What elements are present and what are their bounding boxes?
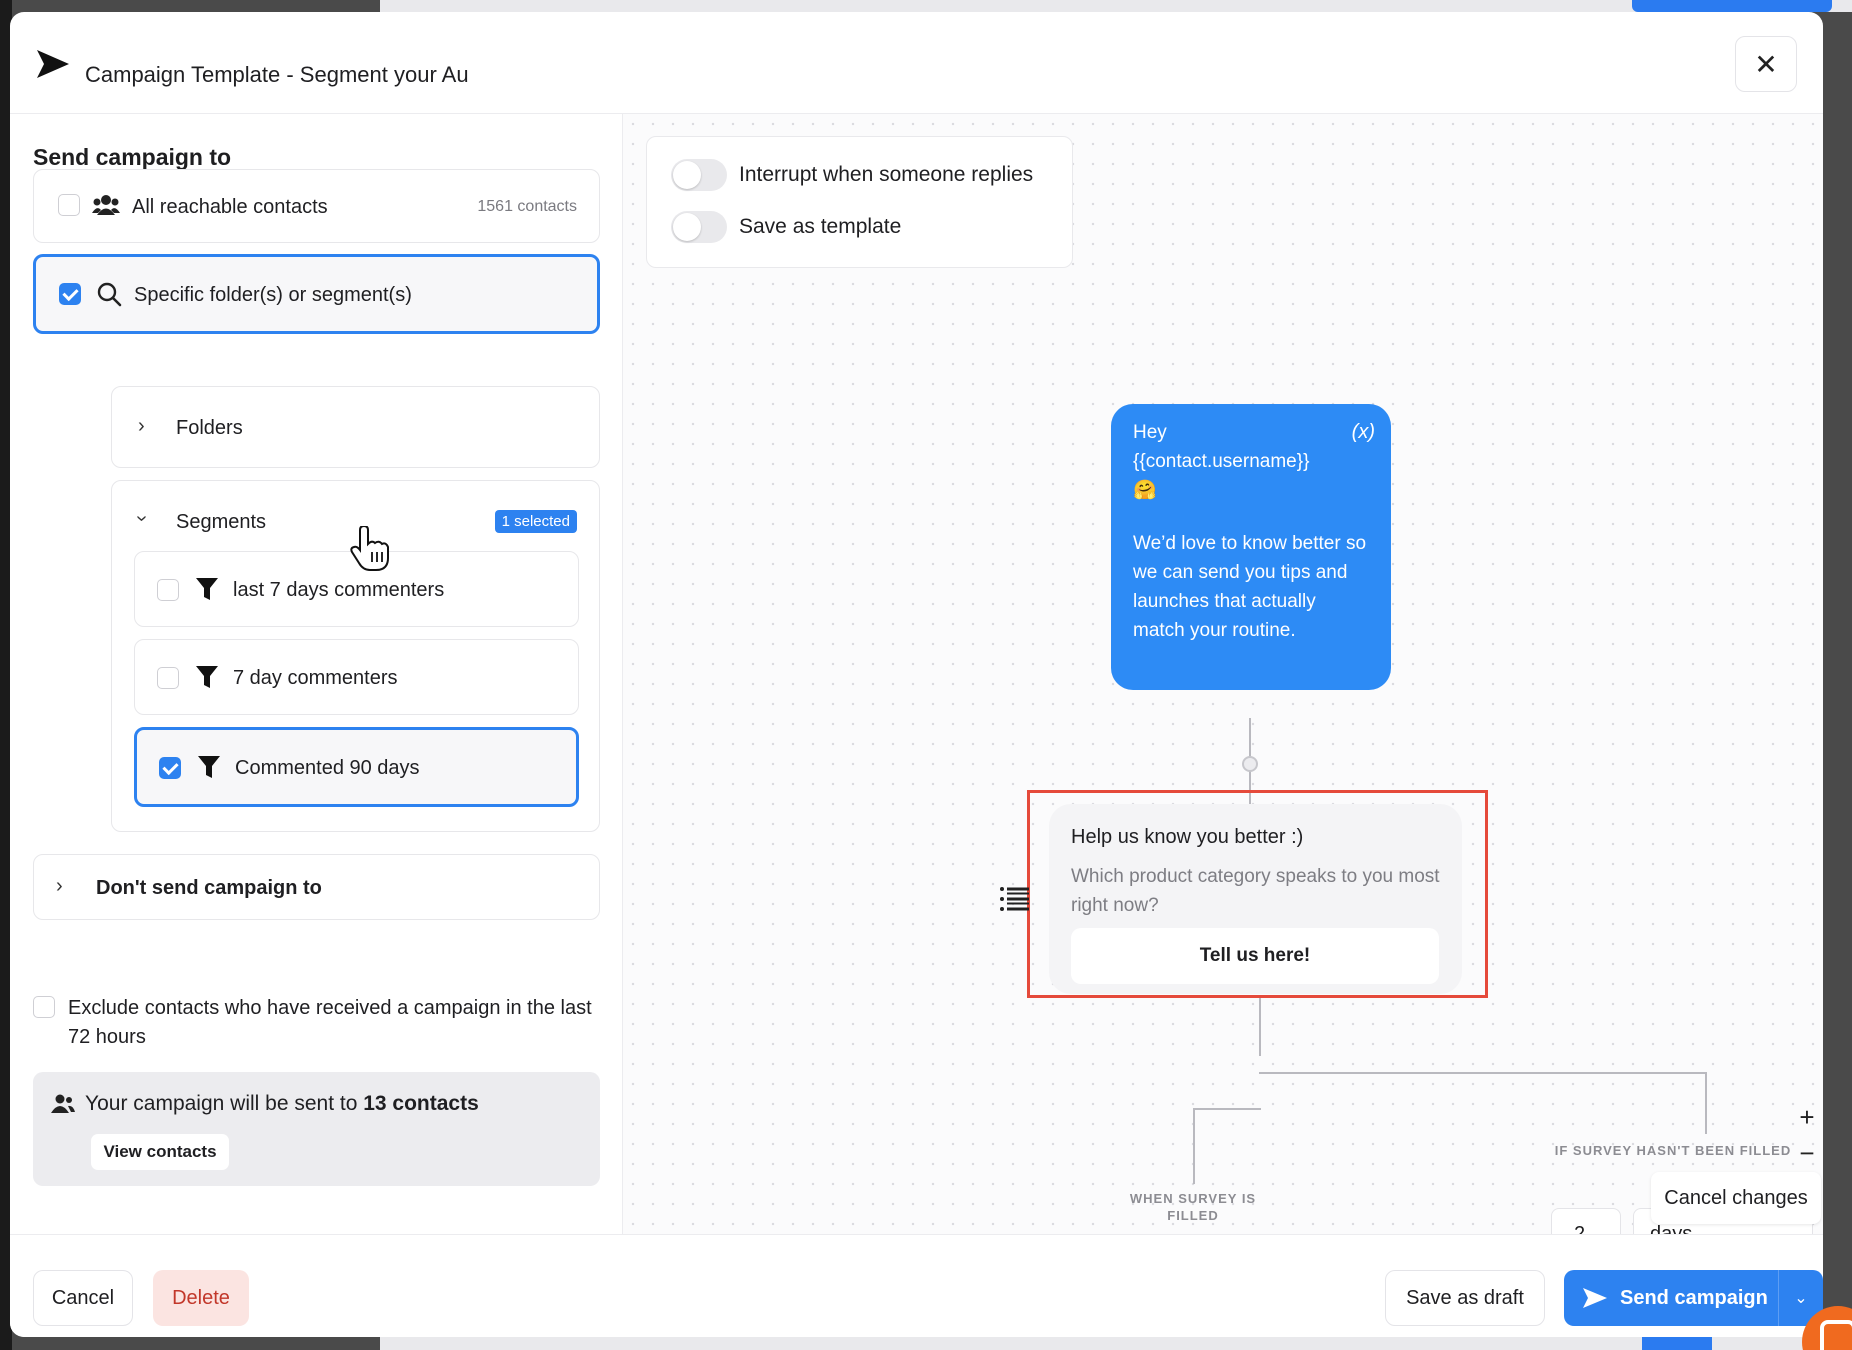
survey-node[interactable]: Help us know you better :) Which product…	[1049, 804, 1462, 994]
branch-not-filled-label: IF SURVEY HASN'T BEEN FILLED	[1554, 1143, 1792, 1158]
flow-canvas[interactable]: Interrupt when someone replies Save as t…	[623, 114, 1823, 1268]
segment-item[interactable]: 7 day commenters	[134, 639, 579, 715]
segment-checkbox[interactable]	[157, 667, 179, 689]
interrupt-toggle[interactable]	[671, 159, 727, 191]
background-new-campaign	[1632, 0, 1832, 12]
connector-line	[1259, 998, 1261, 1056]
chevron-down-icon[interactable]: ›	[130, 515, 153, 522]
send-to-title: Send campaign to	[33, 144, 232, 170]
save-template-label: Save as template	[739, 215, 902, 238]
send-icon	[1583, 1288, 1607, 1308]
exclude-checkbox[interactable]	[33, 996, 55, 1018]
all-contacts-option[interactable]: All reachable contacts 1561 contacts	[33, 169, 600, 243]
funnel-icon	[198, 756, 220, 778]
save-template-toggle[interactable]	[671, 211, 727, 243]
all-contacts-checkbox[interactable]	[58, 194, 80, 216]
segments-label[interactable]: Segments	[176, 511, 266, 534]
segment-label: 7 day commenters	[233, 667, 398, 689]
modal-title: Campaign Template - Segment your Au	[85, 62, 469, 87]
funnel-icon	[196, 578, 218, 600]
dont-send-label: Don't send campaign to	[96, 877, 322, 899]
segment-label: Commented 90 days	[235, 757, 420, 779]
audience-summary: Your campaign will be sent to 13 contact…	[33, 1072, 600, 1186]
modal-header: Campaign Template - Segment your Au ✕	[10, 12, 1823, 114]
hand-cursor-icon	[350, 526, 389, 571]
zoom-out-button[interactable]: −	[1792, 1138, 1822, 1168]
save-draft-button[interactable]: Save as draft	[1385, 1270, 1545, 1326]
tell-us-button[interactable]: Tell us here!	[1071, 928, 1439, 984]
modal-footer: Cancel Delete Save as draft Send campaig…	[10, 1234, 1823, 1337]
close-button[interactable]: ✕	[1735, 36, 1797, 92]
close-icon: ✕	[1754, 48, 1778, 80]
message-variable: {{contact.username}}	[1133, 451, 1310, 472]
connector-line	[1259, 1072, 1705, 1074]
cancel-changes-button[interactable]: Cancel changes	[1651, 1172, 1821, 1224]
send-logo-icon	[37, 50, 69, 78]
segment-item-selected[interactable]: Commented 90 days	[134, 727, 579, 807]
users-icon	[92, 195, 120, 215]
chevron-right-icon: ›	[138, 415, 145, 437]
chevron-right-icon: ›	[56, 875, 63, 897]
chevron-down-icon: ⌄	[1794, 1290, 1808, 1307]
segment-label: last 7 days commenters	[233, 579, 445, 601]
cancel-button[interactable]: Cancel	[33, 1270, 133, 1326]
contact-count: 1561 contacts	[477, 198, 577, 215]
search-icon	[97, 282, 122, 307]
connector-line	[1705, 1072, 1707, 1134]
send-campaign-button[interactable]: Send campaign	[1564, 1270, 1786, 1326]
campaign-modal: Campaign Template - Segment your Au ✕ Se…	[10, 12, 1823, 1337]
exclude-label: Exclude contacts who have received a cam…	[68, 997, 592, 1048]
segment-checkbox[interactable]	[157, 579, 179, 601]
dont-send-accordion[interactable]: › Don't send campaign to	[33, 854, 600, 920]
specific-segments-option[interactable]: Specific folder(s) or segment(s)	[33, 254, 600, 334]
branch-filled-label: WHEN SURVEY IS FILLED	[1129, 1191, 1257, 1223]
background-toolbar	[380, 0, 1852, 12]
users-icon	[51, 1094, 75, 1113]
interrupt-label: Interrupt when someone replies	[739, 163, 1034, 186]
message-bubble[interactable]: Hey {{contact.username}} 🤗 We’d love to …	[1111, 404, 1391, 690]
view-contacts-button[interactable]: View contacts	[91, 1134, 229, 1170]
specific-segments-checkbox[interactable]	[59, 283, 81, 305]
folders-accordion[interactable]: › Folders	[111, 386, 600, 468]
summary-text: Your campaign will be sent to 13 contact…	[85, 1092, 479, 1115]
message-emoji: 🤗	[1133, 480, 1157, 501]
zoom-in-button[interactable]: +	[1792, 1102, 1822, 1132]
segment-checkbox[interactable]	[159, 757, 181, 779]
message-body: We’d love to know better so we can send …	[1133, 533, 1367, 641]
survey-question: Which product category speaks to you mos…	[1071, 866, 1440, 916]
funnel-icon	[196, 666, 218, 688]
campaign-options: Interrupt when someone replies Save as t…	[646, 136, 1073, 268]
folders-label: Folders	[176, 417, 243, 439]
connector-line	[1193, 1108, 1195, 1184]
variable-icon[interactable]: (x)	[1352, 418, 1375, 447]
connector-line	[1193, 1108, 1261, 1110]
specific-segments-label: Specific folder(s) or segment(s)	[134, 284, 412, 306]
list-icon[interactable]	[999, 886, 1029, 912]
message-greeting: Hey	[1133, 422, 1167, 443]
audience-panel: Send campaign to All reachable contacts …	[10, 114, 623, 1234]
survey-title: Help us know you better :)	[1071, 826, 1304, 848]
connector-dot[interactable]	[1242, 756, 1258, 772]
all-contacts-label: All reachable contacts	[132, 196, 328, 218]
selected-badge: 1 selected	[494, 510, 577, 533]
delete-button[interactable]: Delete	[153, 1270, 249, 1326]
